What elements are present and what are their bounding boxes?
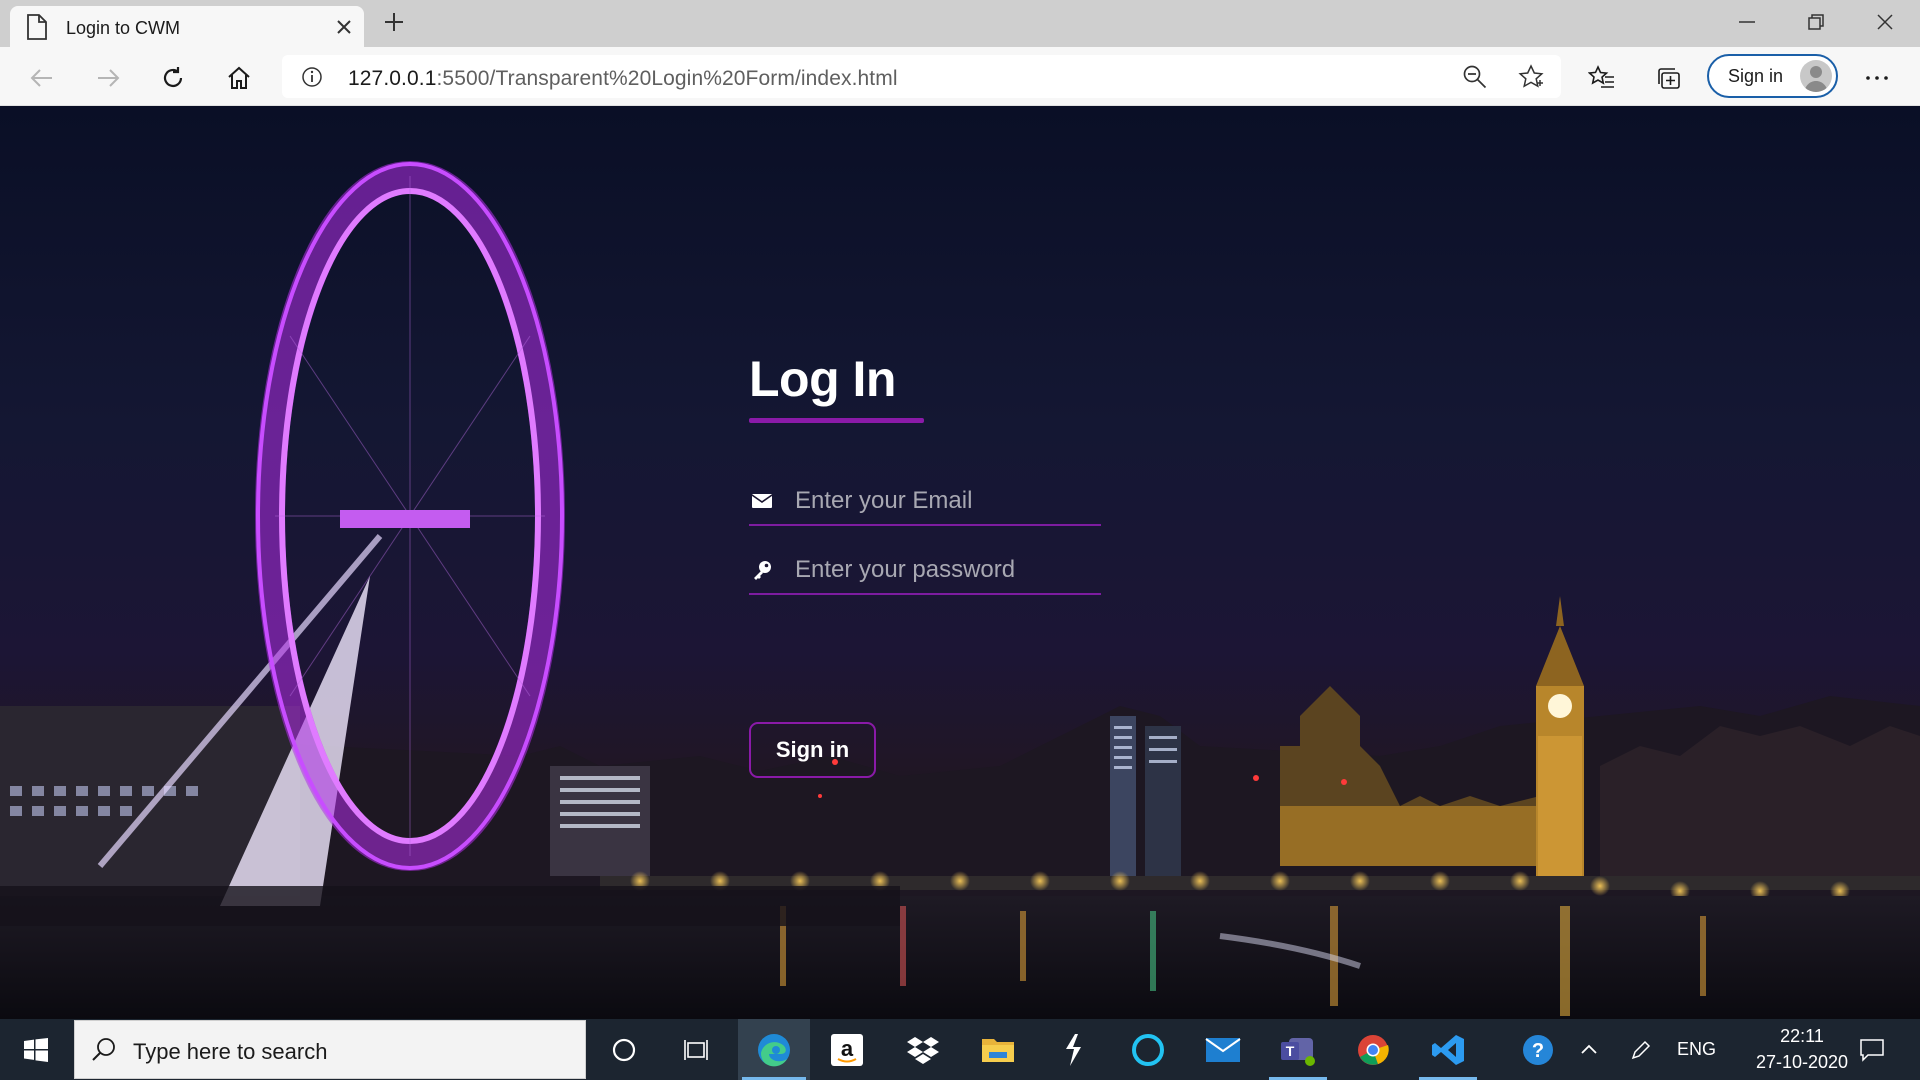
refresh-icon[interactable] [159,64,187,92]
info-icon[interactable] [300,65,324,94]
password-field [749,545,1101,595]
taskbar: Type here to search a T ? ENG 22:11 27-1… [0,1019,1920,1080]
favorites-icon[interactable] [1588,64,1616,92]
language-indicator[interactable]: ENG [1677,1039,1716,1060]
vscode-icon[interactable] [1415,1019,1481,1080]
clock-date[interactable]: 27-10-2020 [1735,1052,1869,1073]
svg-text:?: ? [1532,1040,1544,1062]
sign-in-button[interactable]: Sign in [749,722,876,778]
url-path: :5500/Transparent%20Login%20Form/index.h… [436,67,898,90]
edge-taskbar-icon[interactable] [738,1019,810,1080]
browser-toolbar: 127.0.0.1:5500/Transparent%20Login%20For… [0,47,1920,106]
more-options-icon[interactable] [1863,64,1891,92]
amazon-icon[interactable]: a [814,1019,880,1080]
mail-icon[interactable] [1190,1019,1256,1080]
email-field [749,476,1101,526]
browser-tab[interactable]: Login to CWM [10,6,364,47]
chrome-icon[interactable] [1340,1019,1406,1080]
page-viewport: Log In Sign in [0,106,1920,1019]
windows-start-icon[interactable] [10,1019,62,1080]
url-host: 127.0.0.1 [348,67,437,90]
task-view-icon[interactable] [670,1019,722,1080]
svg-text:a: a [841,1036,854,1061]
forward-icon[interactable] [94,64,122,92]
envelope-icon [751,490,775,512]
collections-icon[interactable] [1655,64,1683,92]
help-icon[interactable]: ? [1510,1019,1566,1080]
minimize-icon[interactable] [1735,10,1759,34]
home-icon[interactable] [225,64,253,92]
teams-icon[interactable]: T [1265,1019,1331,1080]
cortana-icon[interactable] [598,1019,650,1080]
back-icon[interactable] [28,64,56,92]
new-tab-icon[interactable] [382,10,406,34]
notification-icon[interactable] [1852,1019,1892,1080]
address-bar[interactable]: 127.0.0.1:5500/Transparent%20Login%20For… [282,55,1561,98]
favorite-star-icon[interactable] [1518,64,1544,95]
profile-sign-in-button[interactable]: Sign in [1707,54,1838,98]
profile-sign-in-label: Sign in [1728,66,1784,86]
taskbar-search-box[interactable]: Type here to search [74,1020,586,1079]
email-input[interactable] [795,486,1095,516]
svg-text:T: T [1286,1043,1295,1059]
url-text[interactable]: 127.0.0.1:5500/Transparent%20Login%20For… [348,67,898,91]
page-title: Log In [749,351,896,407]
title-underline [749,418,924,423]
page-icon [26,14,48,45]
zoom-icon[interactable] [1462,64,1488,95]
clock-time[interactable]: 22:11 [1760,1026,1844,1047]
tab-strip: Login to CWM [0,0,1920,47]
file-explorer-icon[interactable] [965,1019,1031,1080]
search-icon [91,1037,117,1068]
close-window-icon[interactable] [1873,10,1897,34]
pen-icon[interactable] [1624,1019,1658,1080]
dropbox-icon[interactable] [890,1019,956,1080]
password-input[interactable] [795,555,1095,585]
alexa-icon[interactable] [1115,1019,1181,1080]
key-icon [751,559,775,581]
avatar [1800,60,1832,92]
close-tab-icon[interactable] [332,15,356,39]
app-lightning-icon[interactable] [1040,1019,1106,1080]
taskbar-search-placeholder: Type here to search [133,1039,328,1064]
restore-icon[interactable] [1804,10,1828,34]
chevron-up-icon[interactable] [1572,1019,1606,1080]
tab-title: Login to CWM [66,18,181,38]
